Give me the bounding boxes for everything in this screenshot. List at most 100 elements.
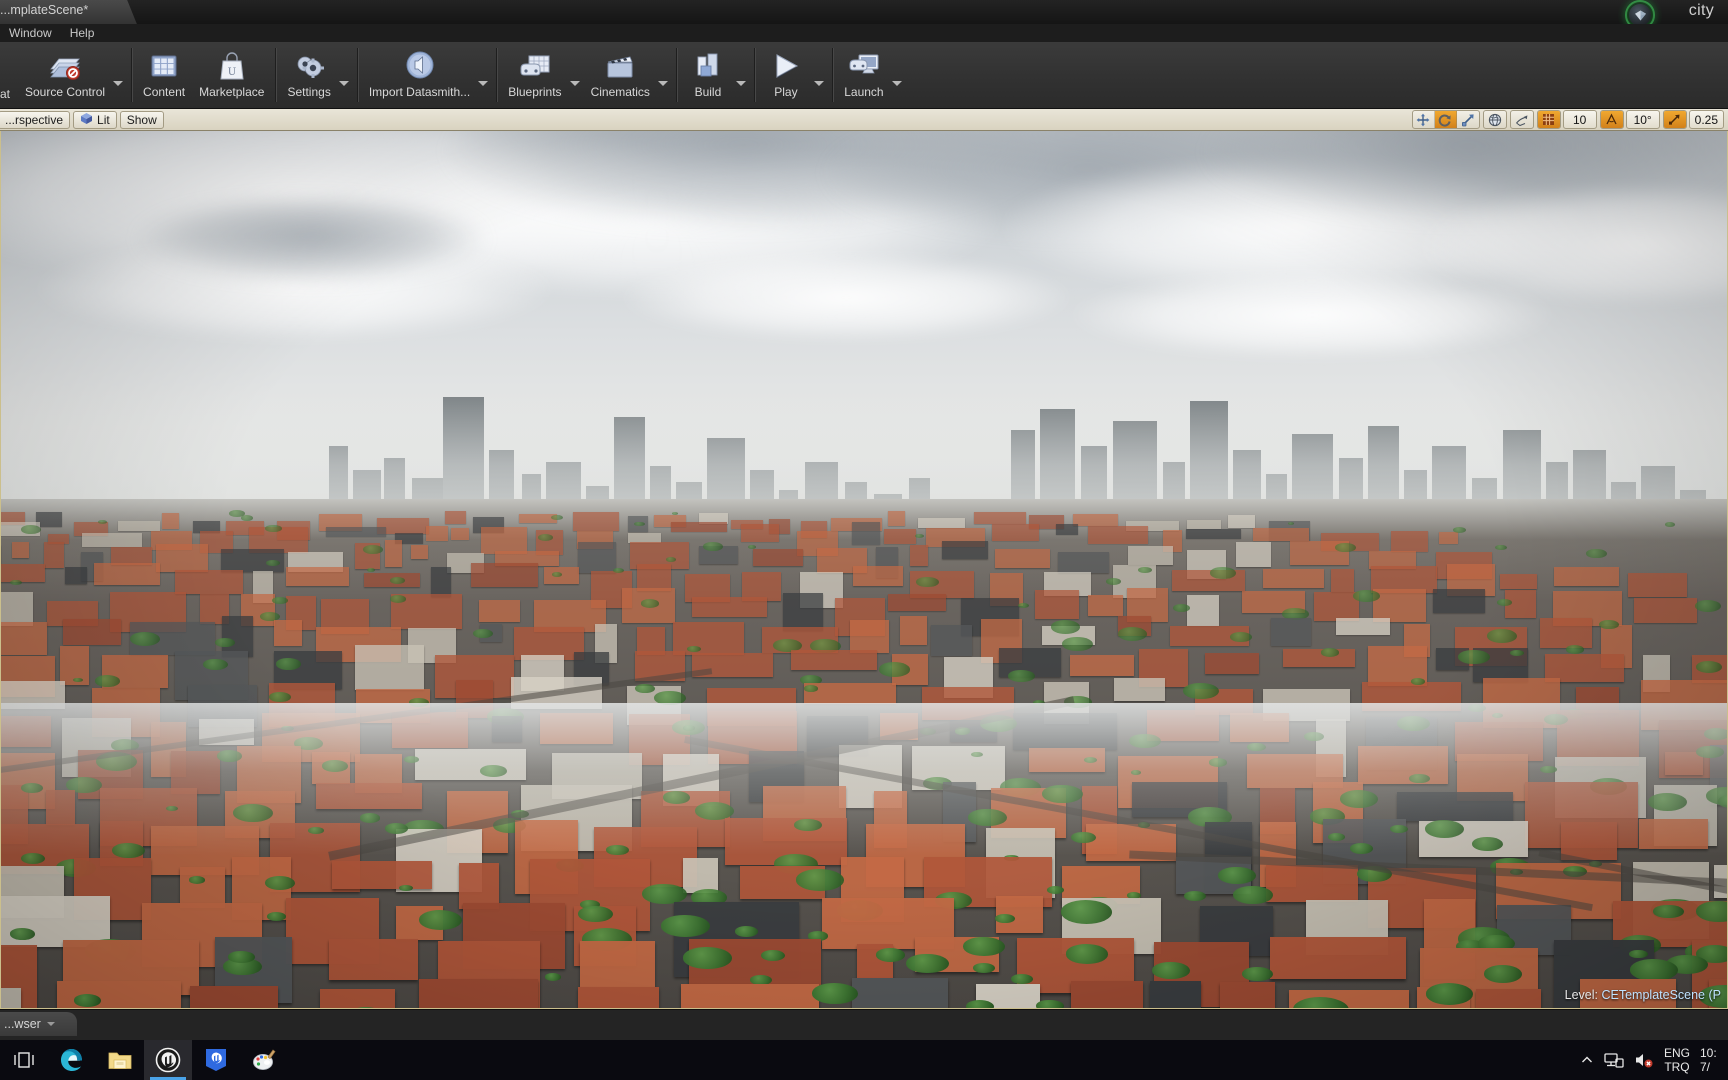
settings-gear-icon [292,47,326,85]
rotation-snap-toggle-wrap [1599,110,1624,129]
toolbar-content-label: Content [143,85,186,99]
viewport-camera-mode[interactable]: ...rspective [0,110,71,129]
level-status-label: Level: CETemplateScene (P [1565,988,1721,1002]
toolbar-separator [496,48,498,102]
scale-snap-value[interactable]: 0.25 [1688,110,1724,129]
datasmith-icon [403,47,437,85]
launch-icon [847,47,881,85]
tool-surface-snapping[interactable] [1511,111,1533,128]
city-blocks [1,499,1727,1008]
viewport-render-3d-city [1,131,1727,1008]
svg-text:U: U [228,67,236,78]
toolbar-blueprints-caret[interactable] [569,42,584,108]
toolbar-source-control-caret[interactable] [112,42,127,108]
toolbar-group-play: Play [759,42,828,108]
viewport-toolbar-left: ...rspective Lit Show [0,110,164,129]
toolbar-blueprints[interactable]: Blueprints [501,42,568,108]
taskbar-clock[interactable]: 10: 7/ [1700,1046,1726,1074]
menu-bar: Window Help [0,24,1728,42]
tool-rotation-snap[interactable] [1600,111,1623,128]
toolbar-separator [753,48,755,102]
tool-coordinate-system[interactable] [1484,111,1506,128]
viewport-view-mode[interactable]: Lit [73,110,117,129]
clock-time: 10: [1700,1046,1717,1060]
toolbar-group-launch: Launch [837,42,906,108]
toolbar-group-content: Content [136,42,192,108]
taskbar-epic-launcher[interactable] [192,1040,240,1080]
source-control-icon [47,47,83,85]
transform-tool-group [1411,110,1480,129]
unreal-engine-logo-icon [1618,0,1662,24]
toolbar-cinematics-caret[interactable] [657,42,672,108]
toolbar-settings-caret[interactable] [338,42,353,108]
viewport-view-mode-label: Lit [97,112,110,127]
taskbar-edge[interactable] [48,1040,96,1080]
tool-scale[interactable] [1457,111,1479,128]
toolbar-group-cinematics: Cinematics [584,42,672,108]
toolbar-marketplace-label: Marketplace [199,85,265,99]
toolbar-separator [831,48,833,102]
content-browser-tab-label: ...wser [4,1017,41,1031]
viewport-show-menu[interactable]: Show [119,110,164,129]
content-browser-tab[interactable]: ...wser [0,1012,77,1036]
taskbar-task-view[interactable] [0,1040,48,1080]
chevron-down-icon[interactable] [46,1022,55,1026]
toolbar-separator [356,48,358,102]
language-line-1: ENG [1663,1046,1690,1060]
coordinate-system-group [1482,110,1507,129]
viewport-show-menu-label: Show [126,112,157,127]
toolbar-build[interactable]: Build [681,42,735,108]
level-viewport[interactable]: Level: CETemplateScene (P [0,131,1728,1009]
volume-muted-icon[interactable] [1634,1051,1654,1069]
taskbar-file-explorer[interactable] [96,1040,144,1080]
play-triangle-icon [769,47,803,85]
language-line-2: TRQ [1664,1060,1690,1074]
toolbar-cinematics[interactable]: Cinematics [584,42,657,108]
tool-translate[interactable] [1413,111,1435,128]
level-value: CETemplateScene (P [1601,988,1721,1002]
network-icon[interactable] [1604,1052,1624,1069]
toolbar-import-datasmith-caret[interactable] [477,42,492,108]
tool-rotate[interactable] [1434,111,1457,128]
viewport-camera-mode-label: ...rspective [5,112,64,127]
city-ground [1,499,1727,1008]
toolbar-build-label: Build [694,85,722,99]
toolbar-marketplace[interactable]: U Marketplace [192,42,271,108]
tool-grid-snap[interactable] [1537,111,1560,128]
toolbar-play-caret[interactable] [813,42,828,108]
taskbar-unreal-engine[interactable] [144,1040,192,1080]
taskbar-paint[interactable] [240,1040,288,1080]
language-indicator[interactable]: ENG TRQ [1664,1046,1690,1074]
toolbar-import-datasmith-label: Import Datasmith... [368,85,471,99]
viewport-toolbar-right: 10 10° 0.25 [1411,110,1726,129]
toolbar-play[interactable]: Play [759,42,813,108]
unreal-editor-window: ...mplateScene* city Window Help at Sour… [0,0,1728,1080]
tool-scale-snap[interactable] [1663,111,1686,128]
scale-snap-toggle-wrap [1662,110,1687,129]
toolbar-launch-label: Launch [844,85,884,99]
toolbar-play-label: Play [774,85,798,99]
toolbar-launch-caret[interactable] [891,42,906,108]
toolbar-source-control-label: Source Control [25,85,106,99]
toolbar-settings-label: Settings [287,85,331,99]
toolbar-build-caret[interactable] [735,42,750,108]
rotation-snap-value[interactable]: 10° [1625,110,1660,129]
toolbar-clipped-label: at [0,87,11,101]
toolbar-launch[interactable]: Launch [837,42,891,108]
toolbar-group-blueprints: Blueprints [501,42,583,108]
menu-window[interactable]: Window [0,24,61,42]
title-bar: ...mplateScene* city [0,0,1728,24]
windows-taskbar: ENG TRQ 10: 7/ [0,1040,1728,1080]
distant-skyline [1,131,1727,535]
toolbar-source-control[interactable]: Source Control [18,42,112,108]
content-browser-icon [147,47,181,85]
toolbar-settings[interactable]: Settings [280,42,337,108]
toolbar-import-datasmith[interactable]: Import Datasmith... [362,42,477,108]
menu-help[interactable]: Help [61,24,104,42]
bottom-dock-strip: ...wser [0,1009,1728,1040]
toolbar-content[interactable]: Content [136,42,192,108]
toolbar-separator [675,48,677,102]
show-hidden-icons-chevron[interactable] [1580,1053,1594,1067]
toolbar-separator [275,48,277,102]
grid-snap-value[interactable]: 10 [1562,110,1597,129]
